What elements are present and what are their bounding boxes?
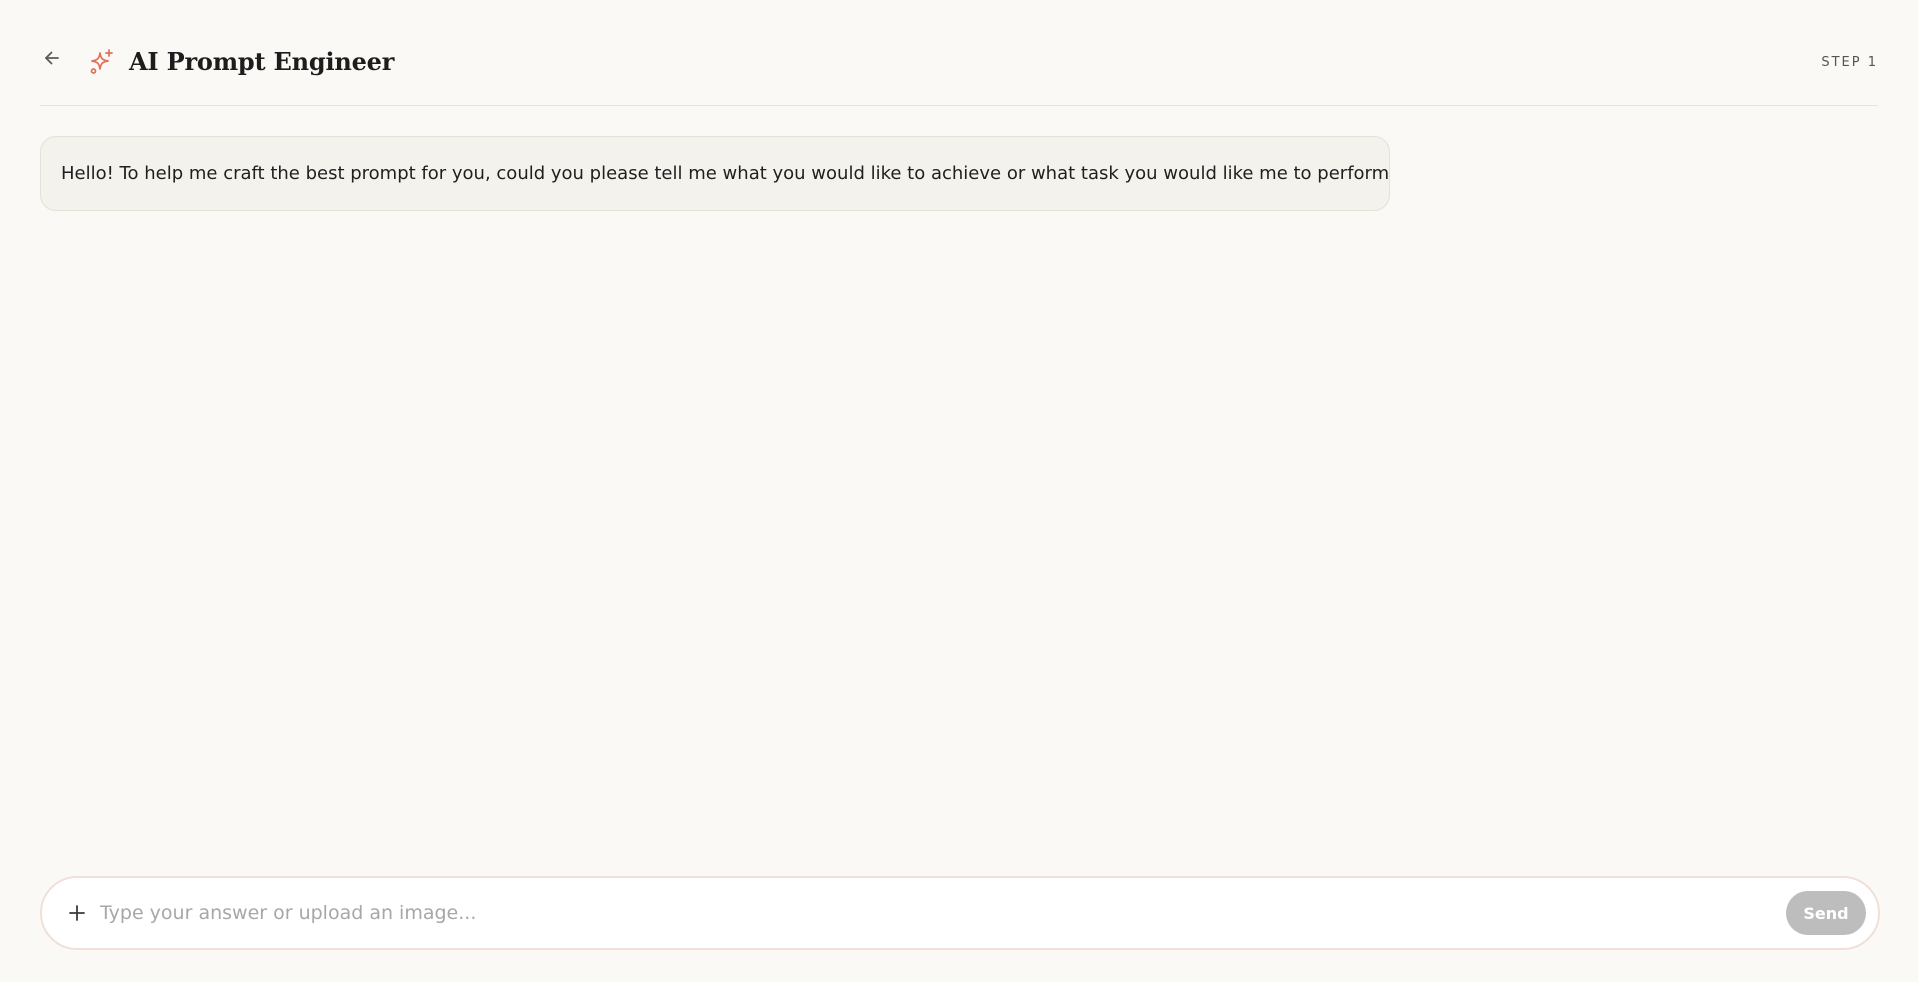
page-title: AI Prompt Engineer [129, 47, 395, 76]
answer-input[interactable] [100, 893, 1786, 933]
header: AI Prompt Engineer STEP 1 [40, 0, 1878, 106]
send-button[interactable]: Send [1786, 891, 1866, 935]
back-button[interactable] [40, 46, 64, 70]
arrow-left-icon [45, 51, 59, 65]
upload-image-button[interactable] [64, 900, 90, 926]
app-window: AI Prompt Engineer STEP 1 Hello! To help… [0, 0, 1918, 982]
step-indicator: STEP 1 [1821, 55, 1878, 70]
assistant-message: Hello! To help me craft the best prompt … [40, 136, 1390, 211]
sparkles-icon [88, 48, 116, 76]
plus-icon [69, 905, 85, 921]
composer: Send [40, 876, 1880, 950]
